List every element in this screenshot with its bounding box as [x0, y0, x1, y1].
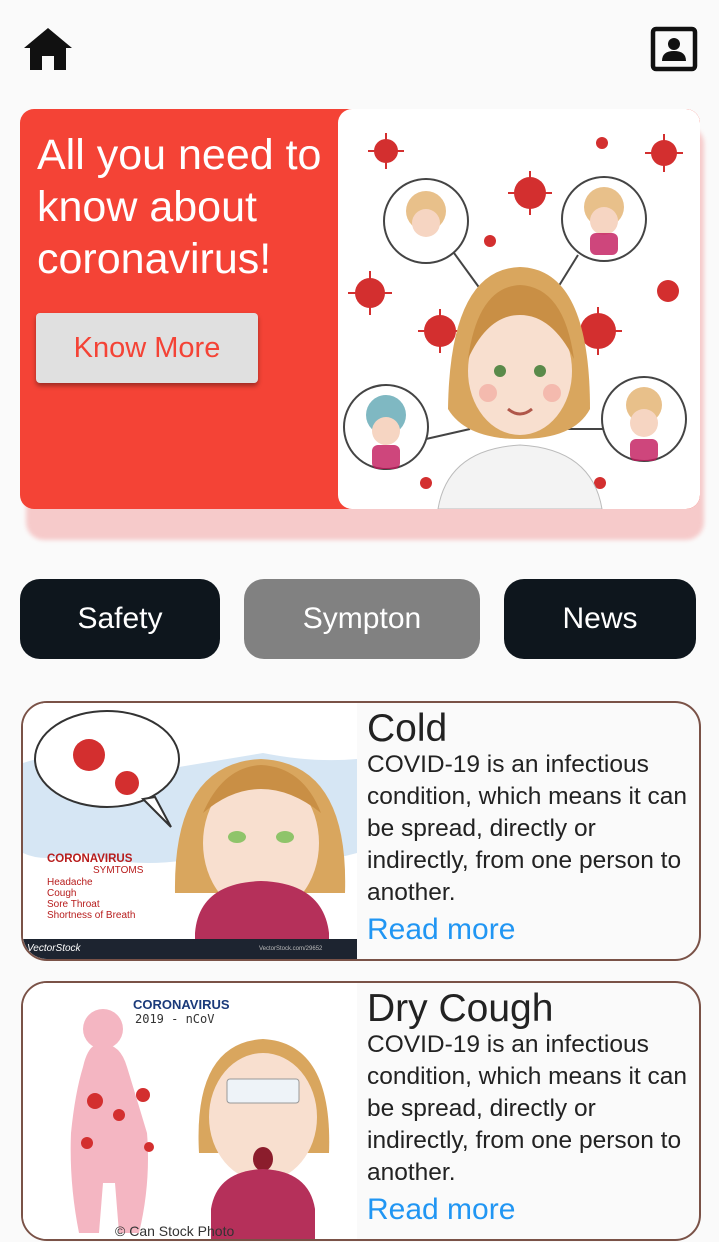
- image-watermark: VectorStock: [27, 943, 81, 954]
- card-title: Dry Cough: [367, 987, 554, 1030]
- tab-news[interactable]: News: [504, 579, 696, 659]
- tab-sympton[interactable]: Sympton: [244, 579, 480, 659]
- read-more-link[interactable]: Read more: [367, 1193, 515, 1227]
- coronavirus-illustration: [338, 109, 700, 509]
- read-more-link[interactable]: Read more: [367, 913, 515, 947]
- know-more-button[interactable]: Know More: [36, 313, 258, 383]
- card-description: COVID-19 is an infectious condition, whi…: [367, 1031, 688, 1186]
- card-title: Cold: [367, 707, 448, 750]
- category-tabs: Safety Sympton News: [0, 579, 719, 659]
- image-subheading: 2019 - nCoV: [135, 1012, 215, 1026]
- banner-title: All you need to know about coronavirus!: [37, 131, 322, 283]
- tab-safety[interactable]: Safety: [20, 579, 220, 659]
- cold-symptom-image: CORONAVIRUS SYMTOMS Headache Cough Sore …: [23, 703, 357, 959]
- home-icon[interactable]: [22, 26, 74, 72]
- image-heading: CORONAVIRUS: [133, 997, 230, 1012]
- card-description: COVID-19 is an infectious condition, whi…: [367, 751, 688, 906]
- hero-banner: All you need to know about coronavirus! …: [20, 109, 700, 509]
- symptom-card: CORONAVIRUS SYMTOMS Headache Cough Sore …: [21, 701, 701, 961]
- image-watermark: © Can Stock Photo: [115, 1223, 235, 1239]
- symptom-list: Headache Cough Sore Throat Shortness of …: [47, 877, 136, 921]
- top-bar: [0, 0, 719, 100]
- symptom-card: CORONAVIRUS 2019 - nCoV © Can Stock Phot…: [21, 981, 701, 1241]
- image-heading: CORONAVIRUS: [47, 853, 133, 865]
- image-watermark-id: VectorStock.com/29652: [259, 946, 323, 952]
- dry-cough-symptom-image: CORONAVIRUS 2019 - nCoV © Can Stock Phot…: [23, 983, 357, 1239]
- image-subheading: SYMTOMS: [93, 865, 144, 876]
- contact-card-icon[interactable]: [650, 26, 698, 72]
